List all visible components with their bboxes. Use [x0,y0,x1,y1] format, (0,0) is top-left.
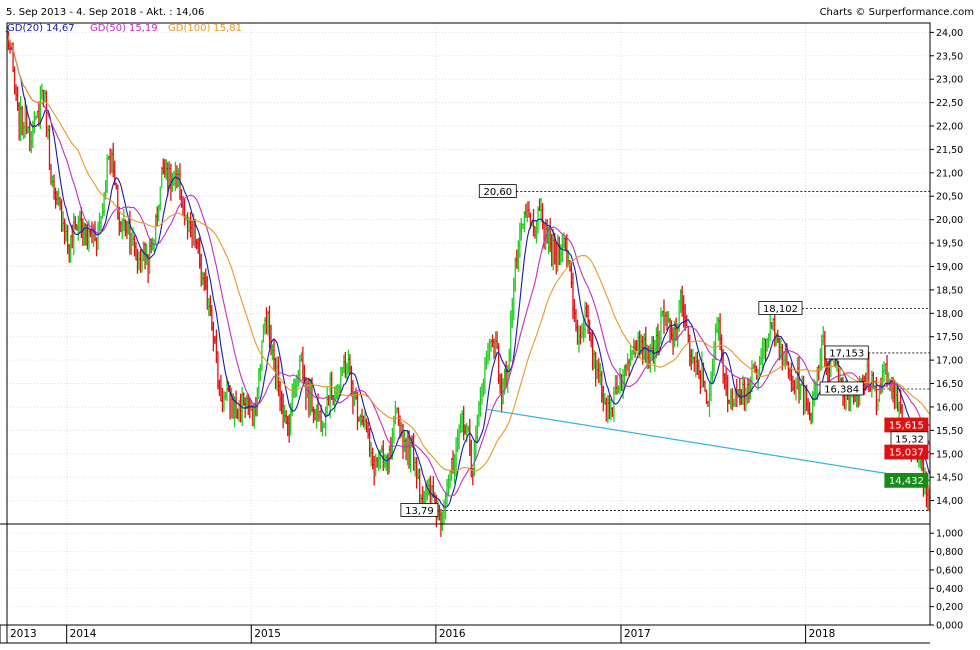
price-tick-label: 16,50 [936,379,963,390]
reference-label: 17,153 [829,348,864,359]
price-tick-label: 19,00 [936,262,963,273]
price-tick-label: 22,50 [936,98,963,109]
time-tick-label: 2015 [254,628,281,640]
price-badge-label: 15,037 [889,448,924,459]
price-tick-label: 17,50 [936,332,963,343]
reference-label: 18,102 [763,304,798,315]
reference-label: 13,79 [405,506,434,517]
time-tick-label: 2014 [70,628,97,640]
price-tick-label: 18,00 [936,309,963,320]
price-tick-label: 24,00 [936,28,963,39]
price-tick-label: 18,50 [936,285,963,296]
volume-tick-label: 0,400 [936,584,963,595]
price-tick-label: 20,50 [936,192,963,203]
price-tick-label: 15,50 [936,426,963,437]
price-tick-label: 19,50 [936,239,963,250]
legend-gd100-name: GD(100) [168,23,210,34]
price-badge-label: 15,32 [895,434,924,445]
time-tick-label: 2013 [10,628,37,640]
price-tick-label: 20,00 [936,215,963,226]
volume-tick-label: 1,000 [936,529,963,540]
reference-label: 16,384 [824,384,859,395]
price-badge-label: 14,432 [889,476,924,487]
legend-gd100: GD(100) 15,81 [168,23,242,34]
time-tick-label: 2018 [809,628,836,640]
chart-range-label: 5. Sep 2013 - 4. Sep 2018 - Akt. : 14,06 [6,7,204,18]
price-tick-label: 17,00 [936,356,963,367]
price-tick-label: 22,00 [936,122,963,133]
price-tick-label: 23,50 [936,51,963,62]
volume-tick-label: 0,200 [936,602,963,613]
price-badge-label: 15,615 [889,420,924,431]
reference-label: 20,60 [483,187,512,198]
price-tick-label: 16,00 [936,402,963,413]
price-tick-label: 15,00 [936,449,963,460]
stock-chart: 5. Sep 2013 - 4. Sep 2018 - Akt. : 14,06… [0,0,980,650]
chart-credit: Charts © Surperformance.com [820,7,974,18]
price-tick-label: 14,50 [936,473,963,484]
price-tick-label: 14,00 [936,496,963,507]
volume-tick-label: 0,800 [936,547,963,558]
price-tick-label: 21,00 [936,168,963,179]
volume-tick-label: 0,000 [936,621,963,632]
legend-gd50-name: GD(50) [90,23,126,34]
price-tick-label: 23,00 [936,75,963,86]
time-tick-label: 2016 [439,628,466,640]
price-tick-label: 21,50 [936,145,963,156]
time-tick-label: 2017 [624,628,651,640]
volume-tick-label: 0,600 [936,565,963,576]
